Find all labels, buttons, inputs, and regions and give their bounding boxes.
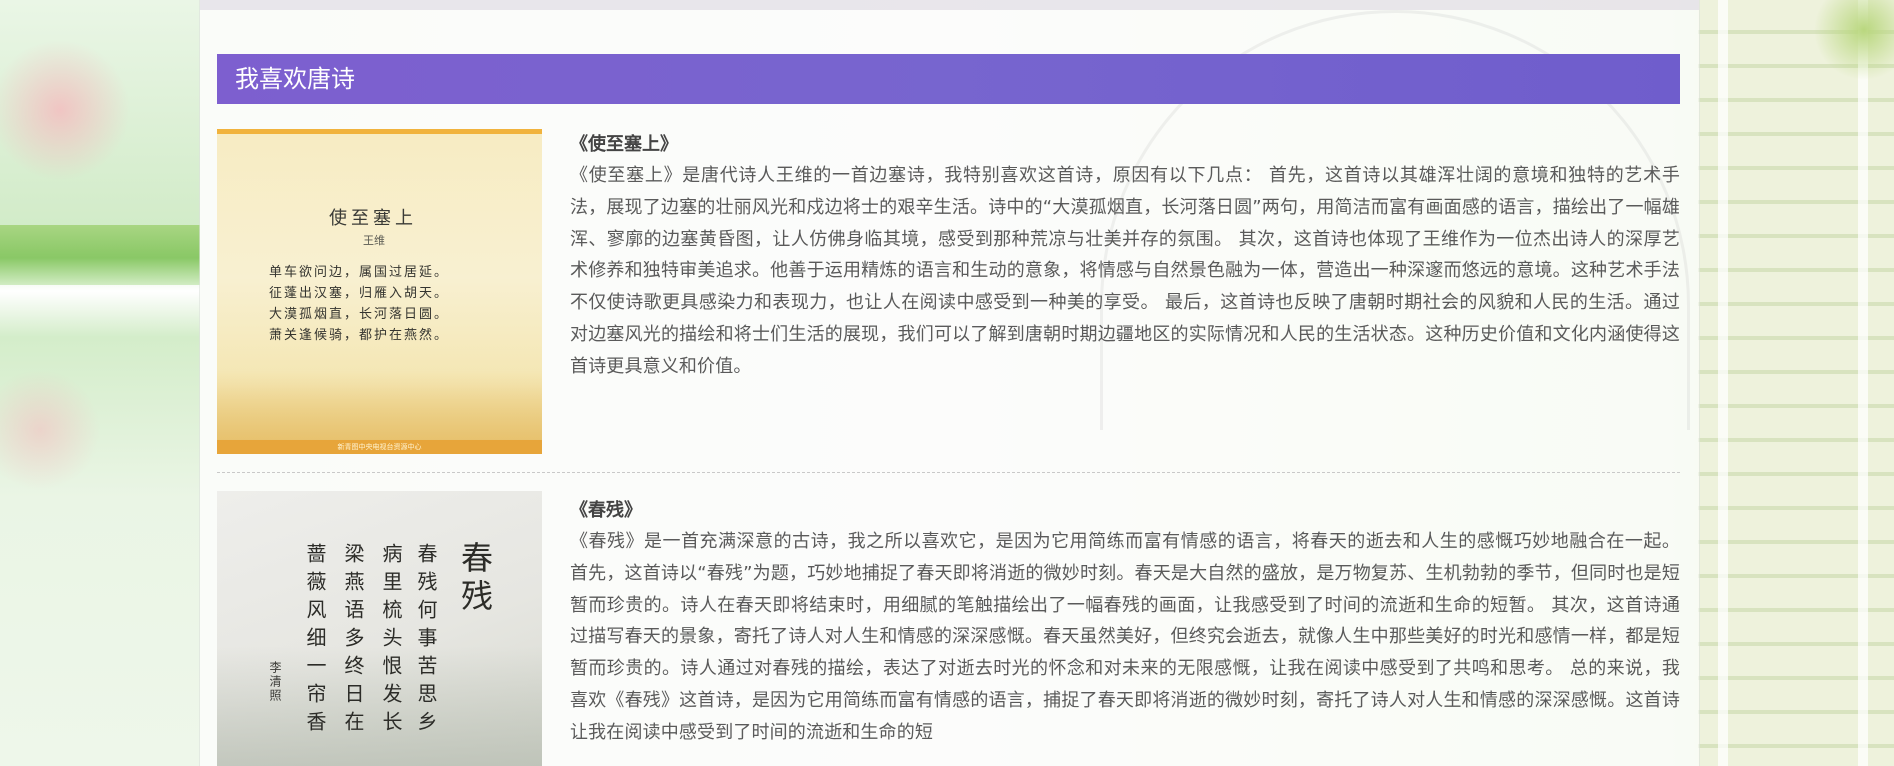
poem-title: 《春残》: [570, 500, 642, 521]
background-left-decoration: [0, 0, 200, 766]
section-header: 我喜欢唐诗: [217, 54, 1680, 104]
image-poem-author: 王维: [363, 234, 385, 247]
image-poem-author: 李清照: [268, 661, 282, 703]
poem-image[interactable]: 使至塞上 王维 单车欲问边，属国过居延。 征蓬出汉塞，归雁入胡天。 大漠孤烟直，…: [217, 129, 542, 454]
image-poem-lines: 单车欲问边，属国过居延。 征蓬出汉塞，归雁入胡天。 大漠孤烟直，长河落日圆。 萧…: [269, 262, 449, 346]
poem-item: 春残 春残何事苦思乡 病里梳头恨发长 梁燕语多终日在 蔷薇风细一帘香 李清照 《…: [217, 491, 1680, 766]
poem-text: 《使至塞上》 《使至塞上》是唐代诗人王维的一首边塞诗，我特别喜欢这首诗，原因有以…: [570, 129, 1680, 383]
image-poem-column: 蔷薇风细一帘香: [303, 543, 327, 739]
poem-text: 《春残》 《春残》是一首充满深意的古诗，我之所以喜欢它，是因为它用简练而富有情感…: [570, 491, 1680, 749]
image-poem-line: 征蓬出汉塞，归雁入胡天。: [269, 286, 450, 301]
image-poem-column: 春残何事苦思乡: [414, 543, 438, 739]
poem-description: 《使至塞上》是唐代诗人王维的一首边塞诗，我特别喜欢这首诗，原因有以下几点： 首先…: [570, 165, 1680, 377]
container-top-strip: [200, 0, 1699, 10]
background-grass: [0, 225, 200, 285]
content-container: 我喜欢唐诗 使至塞上 王维 单车欲问边，属国过居延。 征蓬出汉塞，归雁入胡天。 …: [200, 0, 1699, 766]
image-poem-line: 萧关逢候骑，都护在燕然。: [269, 328, 450, 343]
poem-title: 《使至塞上》: [570, 134, 678, 155]
background-bridge-rail: [1718, 0, 1868, 766]
poem-item: 使至塞上 王维 单车欲问边，属国过居延。 征蓬出汉塞，归雁入胡天。 大漠孤烟直，…: [217, 129, 1680, 455]
background-right-decoration: [1698, 0, 1894, 766]
background-branch: [1774, 0, 1894, 90]
image-poem-line: 大漠孤烟直，长河落日圆。: [269, 307, 450, 322]
image-poem-column: 病里梳头恨发长: [379, 543, 403, 739]
image-hills: [217, 370, 542, 440]
section-title: 我喜欢唐诗: [235, 65, 355, 93]
image-poem-title: 使至塞上: [329, 208, 417, 229]
poem-image[interactable]: 春残 春残何事苦思乡 病里梳头恨发长 梁燕语多终日在 蔷薇风细一帘香 李清照: [217, 491, 542, 766]
image-poem-column: 梁燕语多终日在: [341, 543, 365, 739]
image-footer: 新青图中央电视台资源中心: [217, 440, 542, 454]
image-poem-title: 春残: [456, 541, 494, 617]
poem-divider: [217, 472, 1680, 473]
poem-description: 《春残》是一首充满深意的古诗，我之所以喜欢它，是因为它用简练而富有情感的语言，将…: [570, 531, 1680, 743]
image-poem-line: 单车欲问边，属国过居延。: [269, 265, 450, 280]
